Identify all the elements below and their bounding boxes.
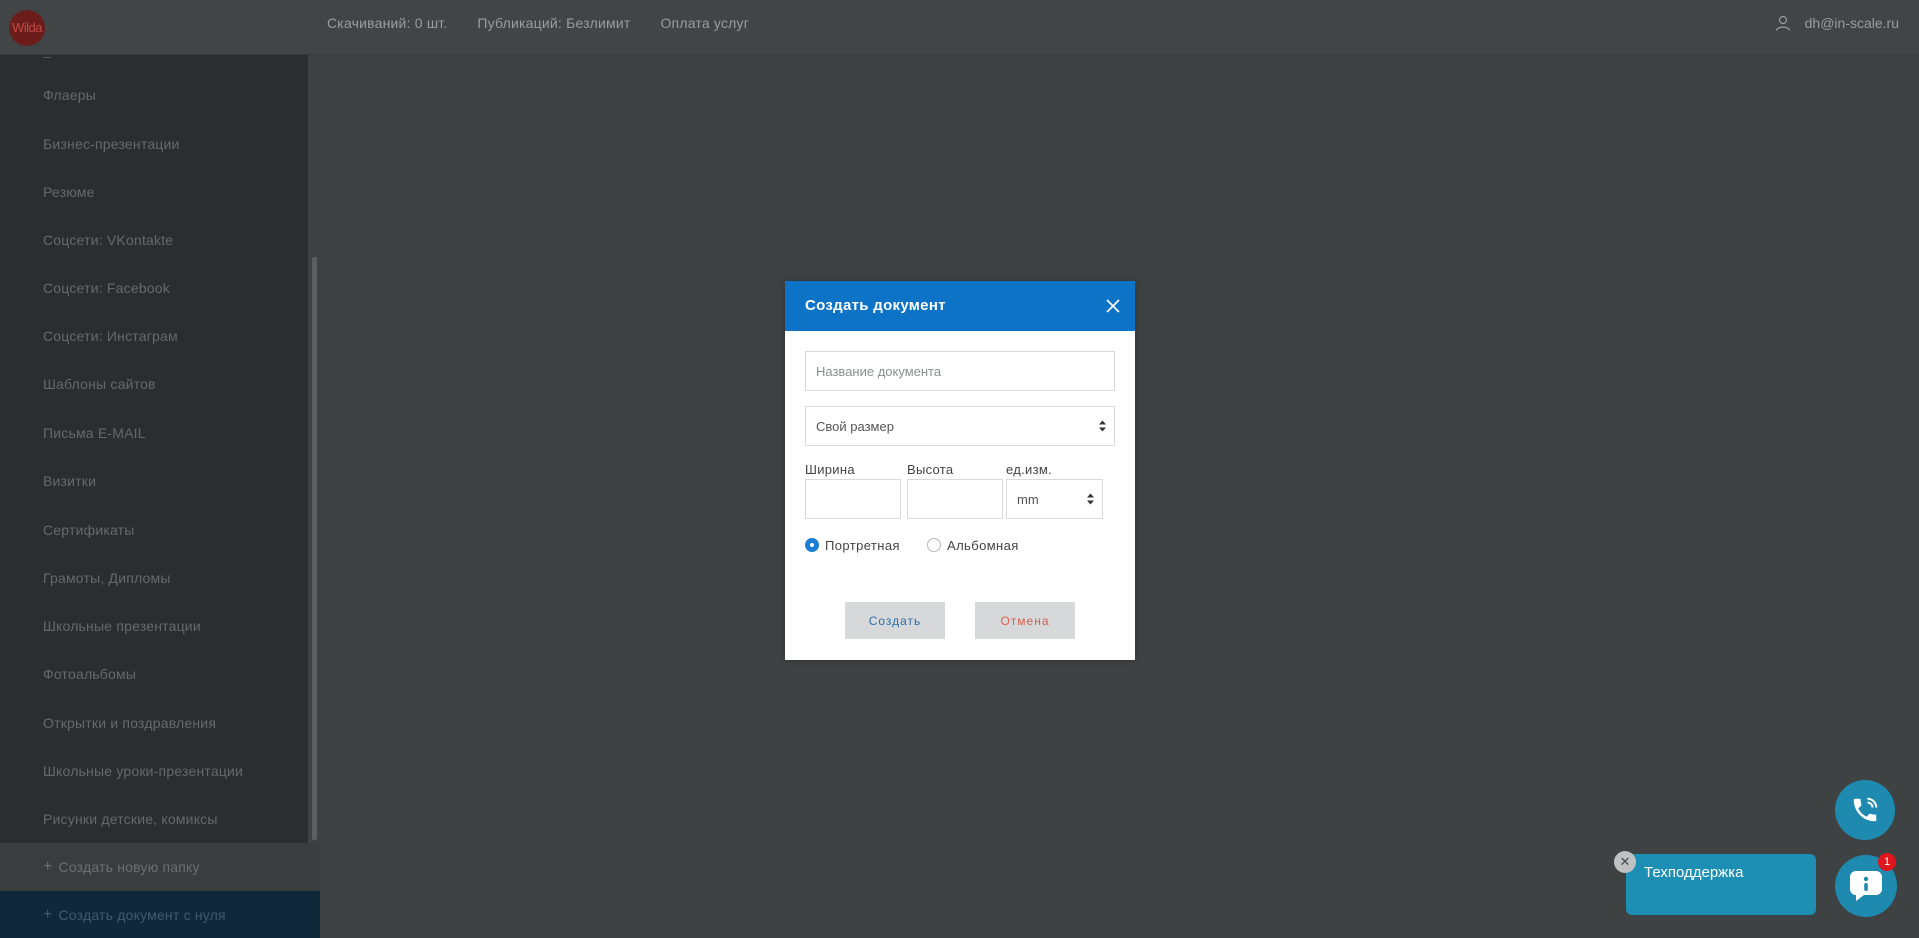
sidebar-scrollbar[interactable]	[312, 257, 317, 840]
document-name-input[interactable]	[805, 351, 1115, 391]
select-arrows-icon	[1099, 420, 1106, 432]
user-email: dh@in-scale.ru	[1804, 15, 1899, 31]
support-close-button[interactable]: ✕	[1614, 851, 1636, 873]
create-button[interactable]: Создать	[845, 602, 945, 639]
sidebar-item-business-presentations[interactable]: Бизнес-презентации	[43, 136, 180, 152]
cancel-button[interactable]: Отмена	[975, 602, 1075, 639]
height-label: Высота	[907, 462, 954, 477]
dialog-header: Создать документ	[785, 281, 1135, 331]
create-document-dialog: Создать документ Свой размер Ширина Высо…	[785, 281, 1135, 660]
sidebar: Флаеры Бизнес-презентации Резюме Соцсети…	[0, 55, 308, 843]
sidebar-item-kids-drawings[interactable]: Рисунки детские, комиксы	[43, 811, 218, 827]
sidebar-item-business-cards[interactable]: Визитки	[43, 473, 96, 489]
select-arrows-icon	[1087, 493, 1094, 505]
sidebar-item-diplomas[interactable]: Грамоты, Дипломы	[43, 570, 171, 586]
phone-icon	[1853, 797, 1878, 822]
sidebar-item-school-presentations[interactable]: Школьные презентации	[43, 618, 201, 634]
downloads-counter[interactable]: Скачиваний: 0 шт.	[327, 15, 447, 31]
sidebar-item-resume[interactable]: Резюме	[43, 184, 95, 200]
plus-icon: +	[43, 858, 53, 875]
width-input[interactable]	[805, 479, 901, 519]
call-button[interactable]	[1835, 780, 1895, 840]
dialog-title: Создать документ	[805, 297, 946, 314]
unit-select[interactable]: mm	[1006, 479, 1103, 519]
create-document-label: Создать документ с нуля	[58, 906, 226, 923]
wilda-logo[interactable]: Wilda	[9, 10, 45, 46]
sidebar-item-instagram[interactable]: Соцсети: Инстаграм	[43, 328, 178, 344]
sidebar-item-school-lessons[interactable]: Школьные уроки-презентации	[43, 763, 243, 779]
chat-icon	[1850, 871, 1882, 901]
sidebar-item-facebook[interactable]: Соцсети: Facebook	[43, 280, 170, 296]
sidebar-item-certificates[interactable]: Сертификаты	[43, 522, 135, 538]
support-label: Техподдержка	[1644, 864, 1744, 881]
user-icon	[1775, 15, 1790, 31]
unit-label: ед.изм.	[1006, 462, 1053, 477]
sidebar-item-site-templates[interactable]: Шаблоны сайтов	[43, 376, 156, 392]
notification-badge: 1	[1878, 853, 1896, 871]
height-input[interactable]	[907, 479, 1003, 519]
sidebar-item-postcards[interactable]: Открытки и поздравления	[43, 715, 216, 731]
portrait-radio[interactable]	[805, 538, 819, 552]
create-document-button[interactable]: + Создать документ с нуля	[0, 891, 320, 938]
sidebar-item-vkontakte[interactable]: Соцсети: VKontakte	[43, 232, 173, 248]
top-bar: Wilda Скачиваний: 0 шт. Публикаций: Безл…	[0, 0, 1919, 55]
portrait-label[interactable]: Портретная	[825, 538, 900, 553]
landscape-radio[interactable]	[927, 538, 941, 552]
sidebar-divider	[43, 55, 51, 58]
support-bubble[interactable]: Техподдержка	[1626, 854, 1816, 915]
payment-link[interactable]: Оплата услуг	[660, 15, 749, 31]
size-select[interactable]: Свой размер	[805, 406, 1115, 446]
create-folder-label: Создать новую папку	[58, 859, 200, 875]
sidebar-item-flyers[interactable]: Флаеры	[43, 87, 96, 103]
publications-counter[interactable]: Публикаций: Безлимит	[477, 15, 630, 31]
create-folder-button[interactable]: + Создать новую папку	[0, 843, 320, 891]
size-select-value: Свой размер	[816, 418, 894, 434]
landscape-label[interactable]: Альбомная	[947, 538, 1019, 553]
sidebar-item-email[interactable]: Письма E-MAIL	[43, 425, 146, 441]
unit-select-value: mm	[1017, 491, 1039, 507]
width-label: Ширина	[805, 462, 855, 477]
top-nav: Скачиваний: 0 шт. Публикаций: Безлимит О…	[327, 0, 749, 46]
plus-icon: +	[43, 905, 53, 923]
user-menu[interactable]: dh@in-scale.ru	[1775, 0, 1899, 46]
sidebar-item-photo-albums[interactable]: Фотоальбомы	[43, 666, 136, 682]
close-icon[interactable]	[1105, 298, 1121, 314]
